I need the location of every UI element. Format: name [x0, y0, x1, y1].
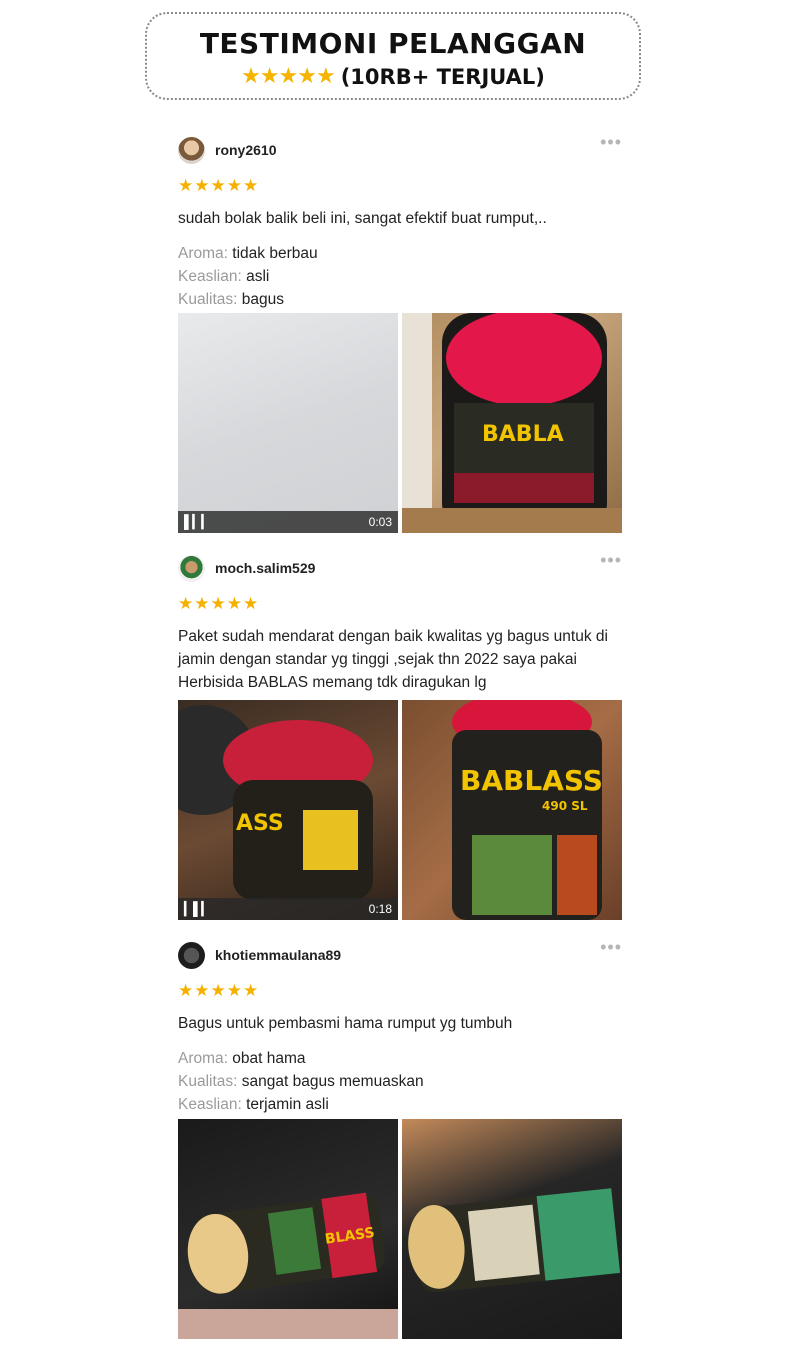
- more-options-icon[interactable]: •••: [600, 133, 622, 151]
- attribute-value: sangat bagus memuaskan: [241, 1073, 424, 1090]
- bottle-photo: BABLA: [402, 313, 622, 533]
- attribute-label: Kualitas:: [178, 1073, 238, 1090]
- review-media: ASS ▎▌▎ 0:18 BABLASS 490 SL: [178, 700, 622, 920]
- review-card: rony2610 ••• ★★★★★ sudah bolak balik bel…: [178, 133, 624, 311]
- review-user-row: moch.salim529: [178, 553, 624, 583]
- review-media: ▌▎▎ 0:03 BABLA: [178, 313, 622, 533]
- attribute-label: Keaslian:: [178, 268, 242, 285]
- review-card: moch.salim529 ••• ★★★★★ Paket sudah mend…: [178, 551, 624, 694]
- bottle-label: BABLASS: [460, 764, 603, 797]
- attribute-row: Kualitas: sangat bagus memuaskan: [178, 1070, 624, 1093]
- review-attributes: Aroma: tidak berbau Keaslian: asli Kuali…: [178, 242, 624, 311]
- review-attributes: Aroma: obat hama Kualitas: sangat bagus …: [178, 1047, 624, 1116]
- attribute-value: tidak berbau: [232, 245, 318, 262]
- video-bar: ▎▌▎ 0:18: [178, 898, 398, 920]
- bottle-photo: ASS: [178, 705, 373, 900]
- attribute-value: bagus: [241, 291, 284, 308]
- review-card: khotiemmaulana89 ••• ★★★★★ Bagus untuk p…: [178, 938, 624, 1116]
- video-audio-icon: ▌▎▎: [184, 514, 211, 529]
- review-photo[interactable]: BABLA: [402, 313, 622, 533]
- video-duration: 0:03: [368, 515, 392, 529]
- avatar[interactable]: [178, 554, 205, 582]
- review-photo[interactable]: [402, 1119, 622, 1339]
- bottle-photo: BLASS: [178, 1192, 398, 1339]
- attribute-row: Keaslian: terjamin asli: [178, 1093, 624, 1116]
- attribute-value: terjamin asli: [246, 1096, 329, 1113]
- attribute-row: Aroma: tidak berbau: [178, 242, 624, 265]
- bottle-label: BABLA: [482, 422, 564, 447]
- username[interactable]: rony2610: [215, 142, 276, 158]
- video-duration: 0:18: [368, 902, 392, 916]
- bottle-photo: [408, 1188, 621, 1293]
- rating-stars: ★★★★★: [178, 594, 260, 613]
- review-video-thumbnail[interactable]: ASS ▎▌▎ 0:18: [178, 700, 398, 920]
- rating-stars: ★★★★★: [178, 981, 260, 1000]
- header-title: TESTIMONI PELANGGAN: [199, 27, 587, 60]
- review-media: BLASS: [178, 1119, 622, 1339]
- review-photo[interactable]: BABLASS 490 SL: [402, 700, 622, 920]
- avatar[interactable]: [178, 941, 205, 969]
- review-photo[interactable]: BLASS: [178, 1119, 398, 1339]
- attribute-row: Keaslian: asli: [178, 265, 624, 288]
- review-user-row: khotiemmaulana89: [178, 940, 624, 970]
- username[interactable]: moch.salim529: [215, 560, 315, 576]
- avatar[interactable]: [178, 136, 205, 164]
- attribute-label: Kualitas:: [178, 291, 238, 308]
- video-audio-icon: ▎▌▎: [184, 901, 211, 916]
- rating-stars: ★★★★★: [178, 176, 260, 195]
- attribute-row: Aroma: obat hama: [178, 1047, 624, 1070]
- bottle-label: ASS: [236, 811, 284, 836]
- attribute-row: Kualitas: bagus: [178, 288, 624, 311]
- header-sold-count: (10RB+ TERJUAL): [340, 64, 545, 89]
- video-bar: ▌▎▎ 0:03: [178, 511, 398, 533]
- review-video-thumbnail[interactable]: ▌▎▎ 0:03: [178, 313, 398, 533]
- attribute-value: asli: [246, 268, 270, 285]
- more-options-icon[interactable]: •••: [600, 938, 622, 956]
- header-stars-icon: ★★★★★: [241, 64, 336, 89]
- attribute-value: obat hama: [232, 1050, 306, 1067]
- attribute-label: Aroma:: [178, 1050, 228, 1067]
- review-text: Paket sudah mendarat dengan baik kwalita…: [178, 628, 608, 691]
- header-banner: TESTIMONI PELANGGAN ★★★★★ (10RB+ TERJUAL…: [145, 12, 641, 100]
- attribute-label: Aroma:: [178, 245, 228, 262]
- username[interactable]: khotiemmaulana89: [215, 947, 341, 963]
- bottle-photo: BABLASS 490 SL: [452, 700, 603, 920]
- header-subtitle: ★★★★★ (10RB+ TERJUAL): [147, 64, 639, 89]
- review-text: Bagus untuk pembasmi hama rumput yg tumb…: [178, 1015, 513, 1032]
- review-text: sudah bolak balik beli ini, sangat efekt…: [178, 210, 547, 227]
- bottle-sub-label: 490 SL: [542, 799, 588, 813]
- attribute-label: Keaslian:: [178, 1096, 242, 1113]
- review-user-row: rony2610: [178, 135, 624, 165]
- more-options-icon[interactable]: •••: [600, 551, 622, 569]
